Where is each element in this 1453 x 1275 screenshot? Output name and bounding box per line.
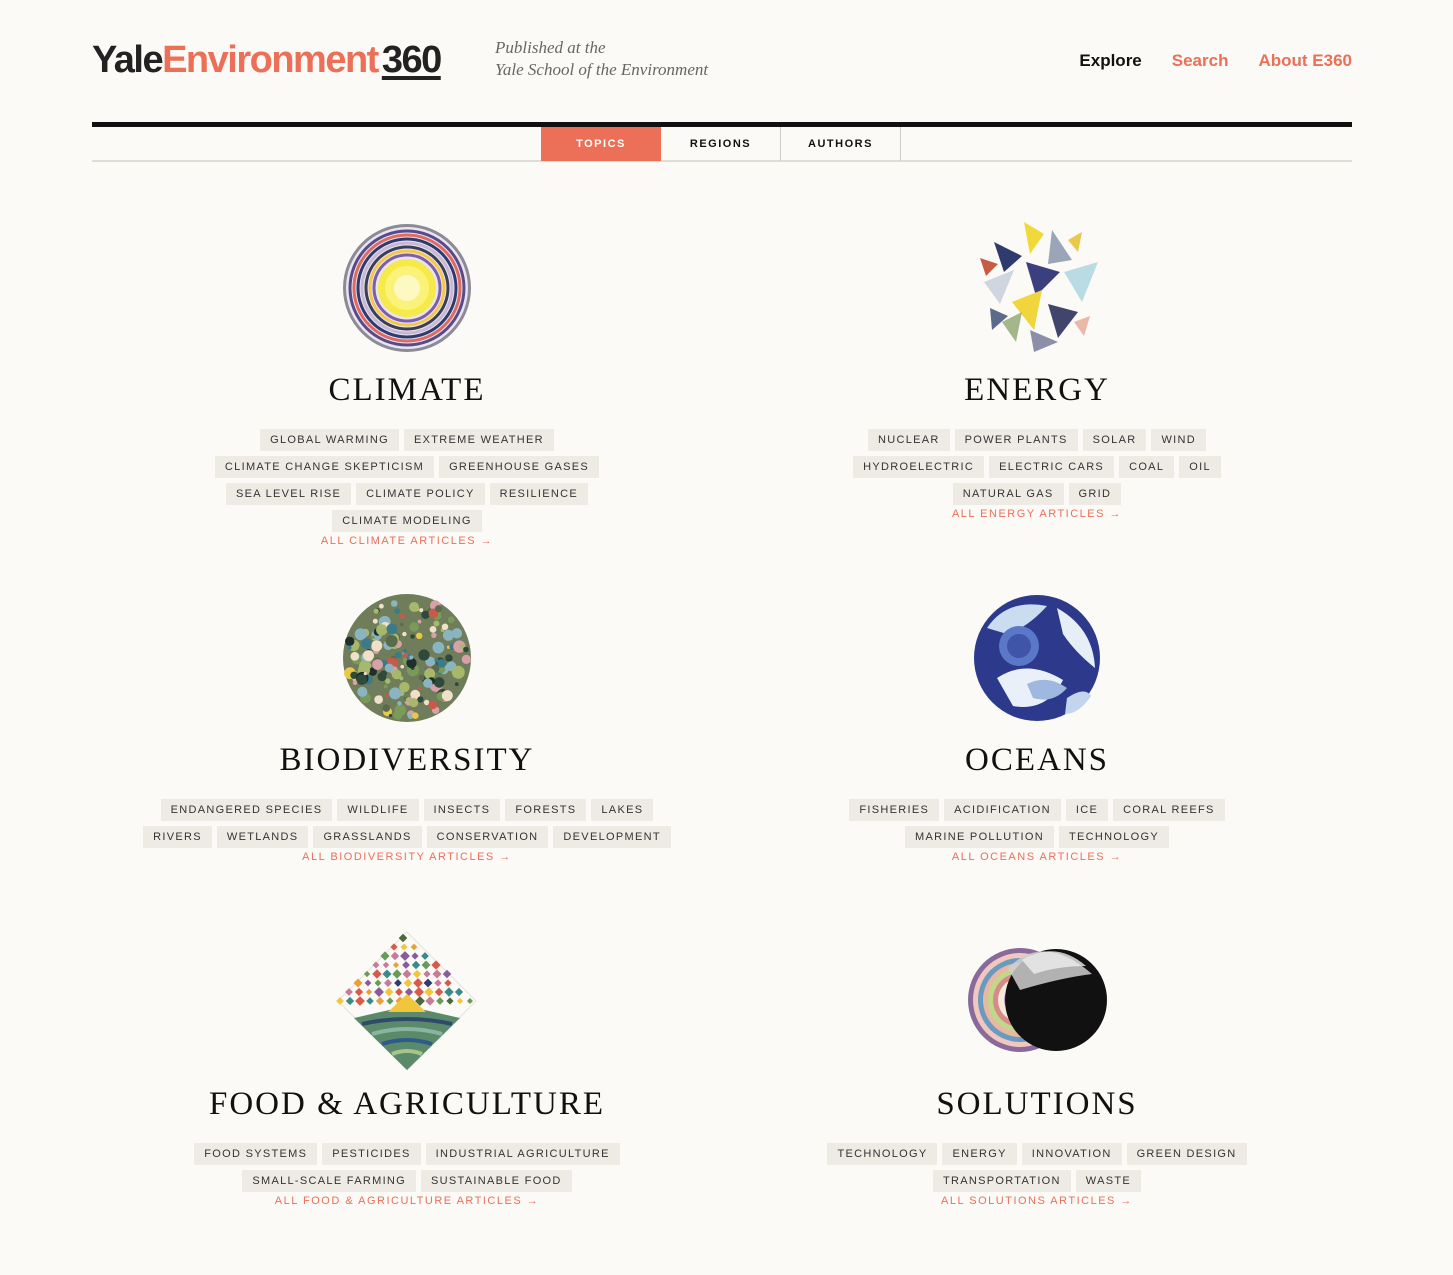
tab-topics[interactable]: TOPICS xyxy=(541,127,661,161)
topic-title[interactable]: CLIMATE xyxy=(92,370,722,410)
all-biodiversity-articles-link[interactable]: ALL BIODIVERSITY ARTICLES → xyxy=(92,851,722,863)
nav-explore[interactable]: Explore xyxy=(1079,51,1141,71)
tag-climate-modeling[interactable]: CLIMATE MODELING xyxy=(332,510,482,532)
tag-industrial-agriculture[interactable]: INDUSTRIAL AGRICULTURE xyxy=(425,1143,620,1165)
tag-technology[interactable]: TECHNOLOGY xyxy=(827,1143,938,1165)
tagline-line2: Yale School of the Environment xyxy=(495,60,709,79)
tag-climate-policy[interactable]: CLIMATE POLICY xyxy=(356,483,485,505)
tag-coal[interactable]: COAL xyxy=(1119,456,1175,478)
tag-wetlands[interactable]: WETLANDS xyxy=(216,826,309,848)
tag-conservation[interactable]: CONSERVATION xyxy=(426,826,549,848)
oceans-globe-icon[interactable] xyxy=(967,588,1107,728)
nav-search[interactable]: Search xyxy=(1172,51,1229,71)
site-header: YaleEnvironment 360 Published at the Yale… xyxy=(92,30,1352,100)
biodiversity-dots-icon[interactable] xyxy=(337,588,477,728)
tag-pesticides[interactable]: PESTICIDES xyxy=(322,1143,421,1165)
tag-list: GLOBAL WARMING EXTREME WEATHER CLIMATE C… xyxy=(157,429,657,532)
tag-sea-level-rise[interactable]: SEA LEVEL RISE xyxy=(225,483,352,505)
tag-solar[interactable]: SOLAR xyxy=(1082,429,1147,451)
topic-climate: CLIMATE GLOBAL WARMING EXTREME WEATHER C… xyxy=(92,218,722,547)
tag-wind[interactable]: WIND xyxy=(1151,429,1206,451)
topic-oceans: OCEANS FISHERIES ACIDIFICATION ICE CORAL… xyxy=(722,588,1352,863)
topic-biodiversity: BIODIVERSITY ENDANGERED SPECIES WILDLIFE… xyxy=(92,588,722,863)
tag-green-design[interactable]: GREEN DESIGN xyxy=(1126,1143,1247,1165)
tag-acidification[interactable]: ACIDIFICATION xyxy=(944,799,1061,821)
nav-about[interactable]: About E360 xyxy=(1258,51,1352,71)
topic-food-agriculture: FOOD & AGRICULTURE FOOD SYSTEMS PESTICID… xyxy=(92,928,722,1207)
tag-innovation[interactable]: INNOVATION xyxy=(1021,1143,1122,1165)
all-food-agriculture-articles-link[interactable]: ALL FOOD & AGRICULTURE ARTICLES → xyxy=(92,1195,722,1207)
tag-climate-change-skepticism[interactable]: CLIMATE CHANGE SKEPTICISM xyxy=(214,456,435,478)
tag-small-scale-farming[interactable]: SMALL-SCALE FARMING xyxy=(242,1170,417,1192)
tag-global-warming[interactable]: GLOBAL WARMING xyxy=(260,429,399,451)
tag-list: ENDANGERED SPECIES WILDLIFE INSECTS FORE… xyxy=(137,799,677,848)
all-solutions-articles-link[interactable]: ALL SOLUTIONS ARTICLES → xyxy=(722,1195,1352,1207)
tab-authors[interactable]: AUTHORS xyxy=(781,127,901,161)
tag-development[interactable]: DEVELOPMENT xyxy=(553,826,671,848)
tag-sustainable-food[interactable]: SUSTAINABLE FOOD xyxy=(421,1170,572,1192)
explore-tabs: TOPICS REGIONS AUTHORS xyxy=(541,127,901,161)
tag-fisheries[interactable]: FISHERIES xyxy=(849,799,940,821)
tag-power-plants[interactable]: POWER PLANTS xyxy=(954,429,1078,451)
climate-rings-icon[interactable] xyxy=(337,218,477,358)
tag-oil[interactable]: OIL xyxy=(1179,456,1221,478)
topic-title[interactable]: ENERGY xyxy=(722,370,1352,410)
site-logo[interactable]: YaleEnvironment 360 xyxy=(92,38,442,82)
tag-forests[interactable]: FORESTS xyxy=(505,799,587,821)
all-oceans-articles-link[interactable]: ALL OCEANS ARTICLES → xyxy=(722,851,1352,863)
tagline: Published at the Yale School of the Envi… xyxy=(495,37,708,81)
tag-lakes[interactable]: LAKES xyxy=(591,799,654,821)
tag-hydroelectric[interactable]: HYDROELECTRIC xyxy=(853,456,985,478)
tag-list: FISHERIES ACIDIFICATION ICE CORAL REEFS … xyxy=(777,799,1297,848)
tag-natural-gas[interactable]: NATURAL GAS xyxy=(952,483,1064,505)
energy-shards-icon[interactable] xyxy=(964,212,1110,358)
topic-title[interactable]: BIODIVERSITY xyxy=(92,740,722,780)
tag-electric-cars[interactable]: ELECTRIC CARS xyxy=(989,456,1115,478)
tag-energy[interactable]: ENERGY xyxy=(942,1143,1017,1165)
tag-wildlife[interactable]: WILDLIFE xyxy=(337,799,419,821)
tag-food-systems[interactable]: FOOD SYSTEMS xyxy=(194,1143,318,1165)
topic-energy: ENERGY NUCLEAR POWER PLANTS SOLAR WIND H… xyxy=(722,212,1352,520)
tag-ice[interactable]: ICE xyxy=(1065,799,1109,821)
tag-list: TECHNOLOGY ENERGY INNOVATION GREEN DESIG… xyxy=(757,1143,1317,1192)
logo-360: 360 xyxy=(381,39,442,81)
tab-regions[interactable]: REGIONS xyxy=(661,127,781,161)
all-energy-articles-link[interactable]: ALL ENERGY ARTICLES → xyxy=(722,508,1352,520)
main-nav: Explore Search About E360 xyxy=(1079,51,1352,71)
tag-grasslands[interactable]: GRASSLANDS xyxy=(313,826,422,848)
tag-list: NUCLEAR POWER PLANTS SOLAR WIND HYDROELE… xyxy=(802,429,1272,505)
topic-title[interactable]: OCEANS xyxy=(722,740,1352,780)
topic-title[interactable]: FOOD & AGRICULTURE xyxy=(92,1084,722,1124)
tag-waste[interactable]: WASTE xyxy=(1075,1170,1142,1192)
tag-transportation[interactable]: TRANSPORTATION xyxy=(932,1170,1071,1192)
tag-rivers[interactable]: RIVERS xyxy=(143,826,212,848)
food-agriculture-diamond-icon[interactable] xyxy=(334,928,480,1074)
topic-solutions: SOLUTIONS TECHNOLOGY ENERGY INNOVATION G… xyxy=(722,930,1352,1207)
tag-nuclear[interactable]: NUCLEAR xyxy=(867,429,950,451)
tagline-line1: Published at the xyxy=(495,38,606,57)
tag-extreme-weather[interactable]: EXTREME WEATHER xyxy=(403,429,554,451)
tag-technology[interactable]: TECHNOLOGY xyxy=(1058,826,1169,848)
tag-resilience[interactable]: RESILIENCE xyxy=(489,483,589,505)
tag-insects[interactable]: INSECTS xyxy=(423,799,501,821)
tag-coral-reefs[interactable]: CORAL REEFS xyxy=(1113,799,1225,821)
tag-endangered-species[interactable]: ENDANGERED SPECIES xyxy=(160,799,333,821)
logo-yale: Yale xyxy=(92,39,164,81)
solutions-eclipse-icon[interactable] xyxy=(964,930,1110,1072)
tag-marine-pollution[interactable]: MARINE POLLUTION xyxy=(905,826,1054,848)
all-climate-articles-link[interactable]: ALL CLIMATE ARTICLES → xyxy=(92,535,722,547)
topic-title[interactable]: SOLUTIONS xyxy=(722,1084,1352,1124)
logo-environment: Environment xyxy=(162,39,379,81)
tag-list: FOOD SYSTEMS PESTICIDES INDUSTRIAL AGRIC… xyxy=(117,1143,697,1192)
tag-grid[interactable]: GRID xyxy=(1068,483,1122,505)
tag-greenhouse-gases[interactable]: GREENHOUSE GASES xyxy=(439,456,600,478)
